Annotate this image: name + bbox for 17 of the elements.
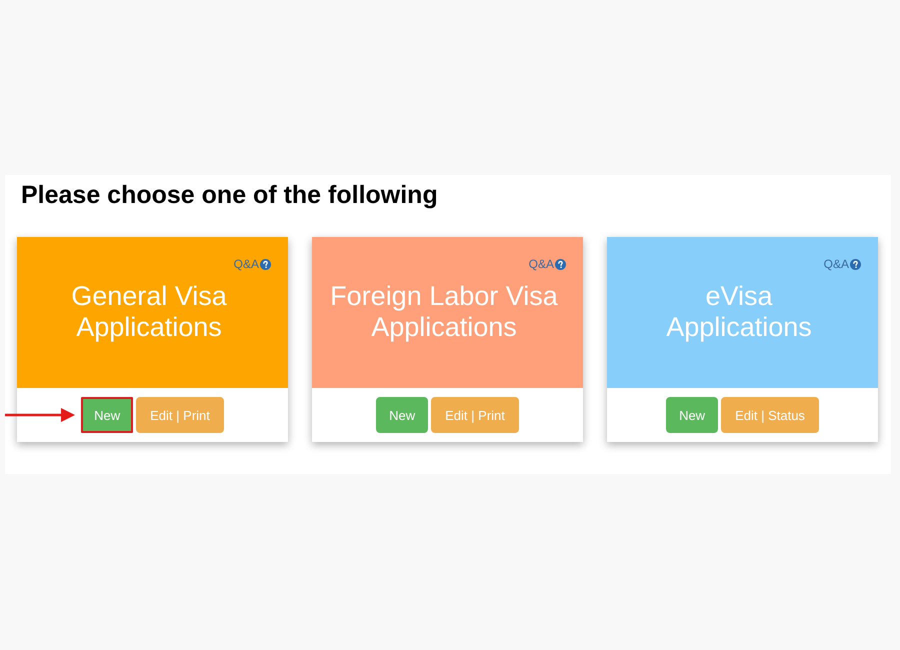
edit-button[interactable]: Edit | Print	[136, 397, 224, 433]
help-icon	[260, 258, 271, 270]
qa-link[interactable]: Q&A	[234, 257, 259, 271]
pointer-arrow-icon	[5, 408, 76, 422]
new-button[interactable]: New	[81, 397, 134, 433]
help-icon	[850, 258, 861, 270]
edit-button[interactable]: Edit | Status	[721, 397, 819, 433]
help-icon	[555, 258, 566, 270]
new-button[interactable]: New	[666, 397, 718, 433]
card-title: eVisa Applications	[665, 281, 813, 343]
qa-link[interactable]: Q&A	[528, 257, 554, 271]
card-title: General Visa Applications	[70, 281, 228, 343]
page-heading: Please choose one of the following	[21, 180, 439, 211]
card-title: Foreign Labor Visa Applications	[329, 281, 559, 343]
edit-button[interactable]: Edit | Print	[431, 397, 519, 433]
new-button[interactable]: New	[376, 397, 428, 433]
qa-link[interactable]: Q&A	[824, 257, 849, 271]
